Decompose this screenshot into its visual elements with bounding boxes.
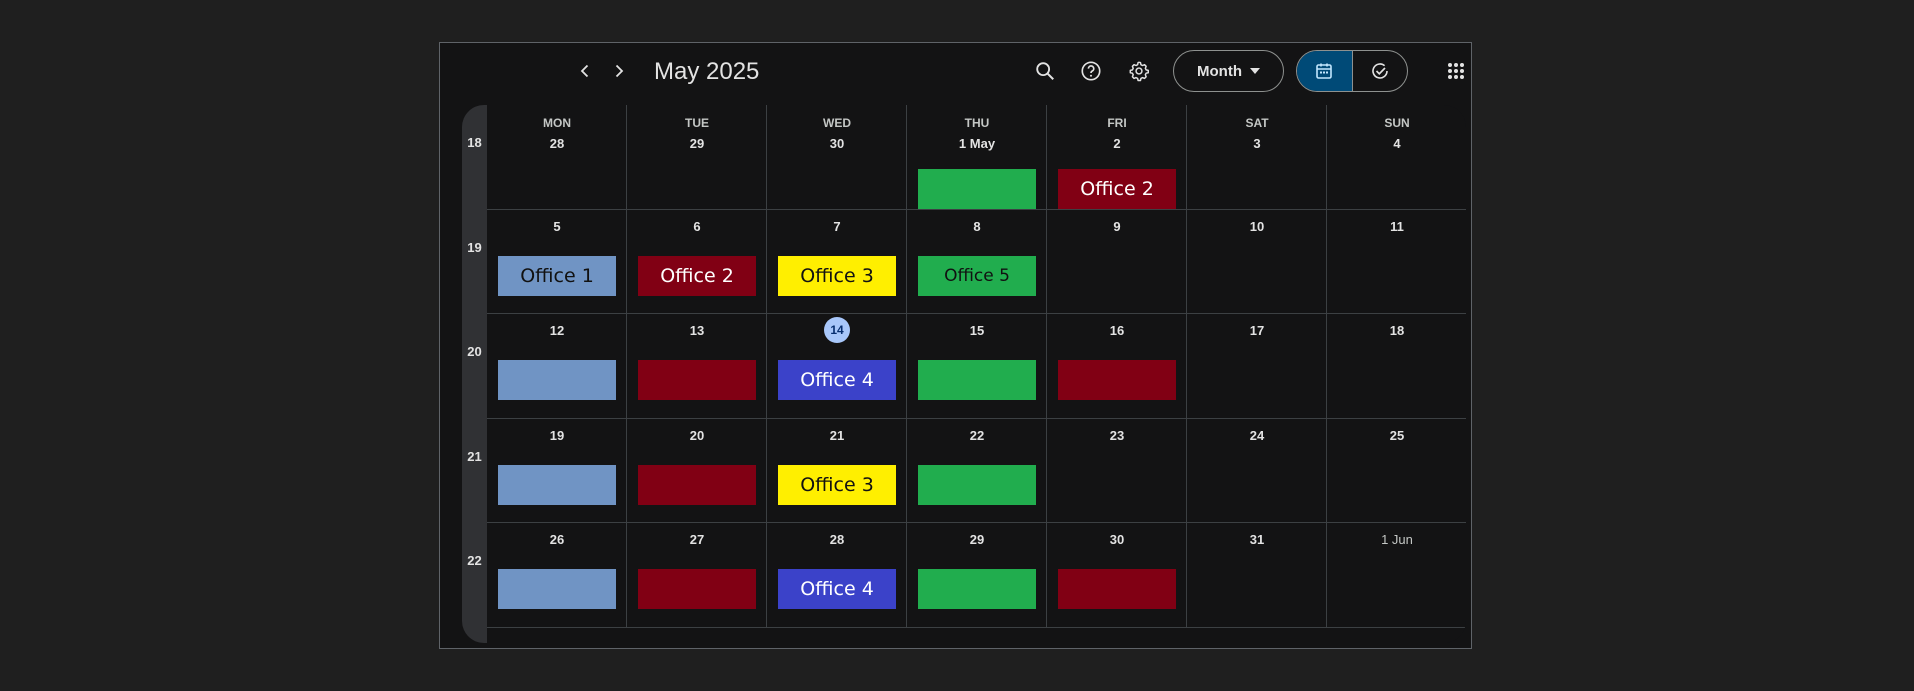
day-number[interactable]: 4 — [1327, 136, 1466, 151]
day-number[interactable]: 5 — [487, 219, 627, 234]
event-chip[interactable]: Office 5 — [918, 255, 1036, 296]
day-number[interactable]: 10 — [1187, 219, 1327, 234]
event-chip[interactable] — [638, 360, 756, 400]
week-number: 19 — [467, 239, 482, 255]
event-chip[interactable]: Office 3 — [778, 464, 896, 505]
day-number[interactable]: 29 — [907, 532, 1047, 547]
day-number[interactable]: 15 — [907, 323, 1047, 338]
apps-button[interactable] — [1440, 55, 1472, 87]
weekday-header: FRI — [1107, 116, 1127, 130]
day-number[interactable]: 20 — [627, 428, 767, 443]
day-number[interactable]: 13 — [627, 323, 767, 338]
event-chip[interactable]: Office 3 — [778, 255, 896, 296]
view-select-dropdown[interactable]: Month — [1173, 50, 1284, 92]
calendar-window: May 2025 Month MON TUE WED THU FRI SAT S… — [439, 42, 1472, 649]
top-bar: May 2025 Month — [440, 43, 1471, 105]
day-number[interactable]: 26 — [487, 532, 627, 547]
event-chip[interactable] — [918, 169, 1036, 209]
day-number[interactable]: 6 — [627, 219, 767, 234]
event-chip[interactable]: Office 2 — [1058, 169, 1176, 209]
event-chip[interactable] — [918, 464, 1036, 505]
day-number[interactable]: 1 Jun — [1327, 532, 1466, 547]
day-number[interactable]: 7 — [767, 219, 907, 234]
event-chip[interactable] — [638, 464, 756, 505]
day-number[interactable]: 24 — [1187, 428, 1327, 443]
day-number[interactable]: 11 — [1327, 219, 1466, 234]
day-number[interactable]: 25 — [1327, 428, 1466, 443]
month-title: May 2025 — [654, 58, 760, 85]
event-chip[interactable] — [498, 464, 616, 505]
weekday-header: THU — [964, 116, 990, 130]
weekday-header: WED — [823, 116, 851, 130]
tasks-view-button[interactable] — [1351, 51, 1408, 91]
help-icon — [1081, 61, 1101, 81]
day-number[interactable]: 1 May — [907, 136, 1047, 151]
weekday-header: SUN — [1384, 116, 1410, 130]
event-chip[interactable]: Office 4 — [778, 360, 896, 400]
weekday-header: MON — [543, 116, 571, 130]
event-chip[interactable] — [918, 360, 1036, 400]
week-number: 21 — [467, 448, 482, 464]
day-number[interactable]: 22 — [907, 428, 1047, 443]
day-number[interactable]: 2 — [1047, 136, 1187, 151]
chevron-left-icon — [580, 64, 589, 78]
calendar-view-button[interactable] — [1297, 51, 1352, 91]
next-month-button[interactable] — [605, 57, 633, 85]
event-chip[interactable] — [1058, 569, 1176, 609]
search-button[interactable] — [1029, 55, 1061, 87]
event-chip[interactable]: Office 2 — [638, 255, 756, 296]
event-chip[interactable]: Office 1 — [498, 255, 616, 296]
view-select-label: Month — [1197, 62, 1242, 80]
day-number[interactable]: 21 — [767, 428, 907, 443]
weekday-header: TUE — [685, 116, 709, 130]
help-button[interactable] — [1075, 55, 1107, 87]
month-grid: MON TUE WED THU FRI SAT SUN 18 28 29 30 1 May 2 3 4 19 5… — [462, 105, 1466, 643]
day-number[interactable]: 29 — [627, 136, 767, 151]
event-chip[interactable]: Office 4 — [778, 569, 896, 609]
day-number[interactable]: 8 — [907, 219, 1047, 234]
day-number[interactable]: 19 — [487, 428, 627, 443]
day-number[interactable]: 23 — [1047, 428, 1187, 443]
weekday-header: SAT — [1245, 116, 1269, 130]
day-number[interactable]: 16 — [1047, 323, 1187, 338]
day-number[interactable]: 3 — [1187, 136, 1327, 151]
check-circle-icon — [1372, 63, 1388, 79]
day-number[interactable]: 17 — [1187, 323, 1327, 338]
calendar-icon — [1316, 63, 1333, 79]
day-number[interactable]: 28 — [487, 136, 627, 151]
apps-grid-icon — [1448, 63, 1464, 79]
event-chip[interactable] — [918, 569, 1036, 609]
day-number[interactable]: 28 — [767, 532, 907, 547]
settings-button[interactable] — [1123, 55, 1155, 87]
event-chip[interactable] — [638, 569, 756, 609]
event-chip[interactable] — [1058, 360, 1176, 400]
event-chip[interactable] — [498, 360, 616, 400]
day-number[interactable]: 30 — [767, 136, 907, 151]
week-number: 20 — [467, 344, 482, 359]
gear-icon — [1129, 61, 1149, 82]
search-icon — [1036, 62, 1054, 80]
previous-month-button[interactable] — [571, 57, 599, 85]
day-number[interactable]: 27 — [627, 532, 767, 547]
week-number: 18 — [467, 135, 482, 150]
day-number[interactable]: 12 — [487, 323, 627, 338]
day-number[interactable]: 31 — [1187, 532, 1327, 547]
day-number[interactable]: 9 — [1047, 219, 1187, 234]
calendar-tasks-toggle — [1296, 50, 1408, 92]
day-number[interactable]: 30 — [1047, 532, 1187, 547]
today-date-badge[interactable]: 14 — [824, 317, 850, 343]
day-number[interactable]: 18 — [1327, 323, 1466, 338]
chevron-right-icon — [615, 64, 624, 78]
week-number: 22 — [467, 553, 482, 568]
event-chip[interactable] — [498, 569, 616, 609]
dropdown-arrow-icon — [1249, 68, 1260, 74]
